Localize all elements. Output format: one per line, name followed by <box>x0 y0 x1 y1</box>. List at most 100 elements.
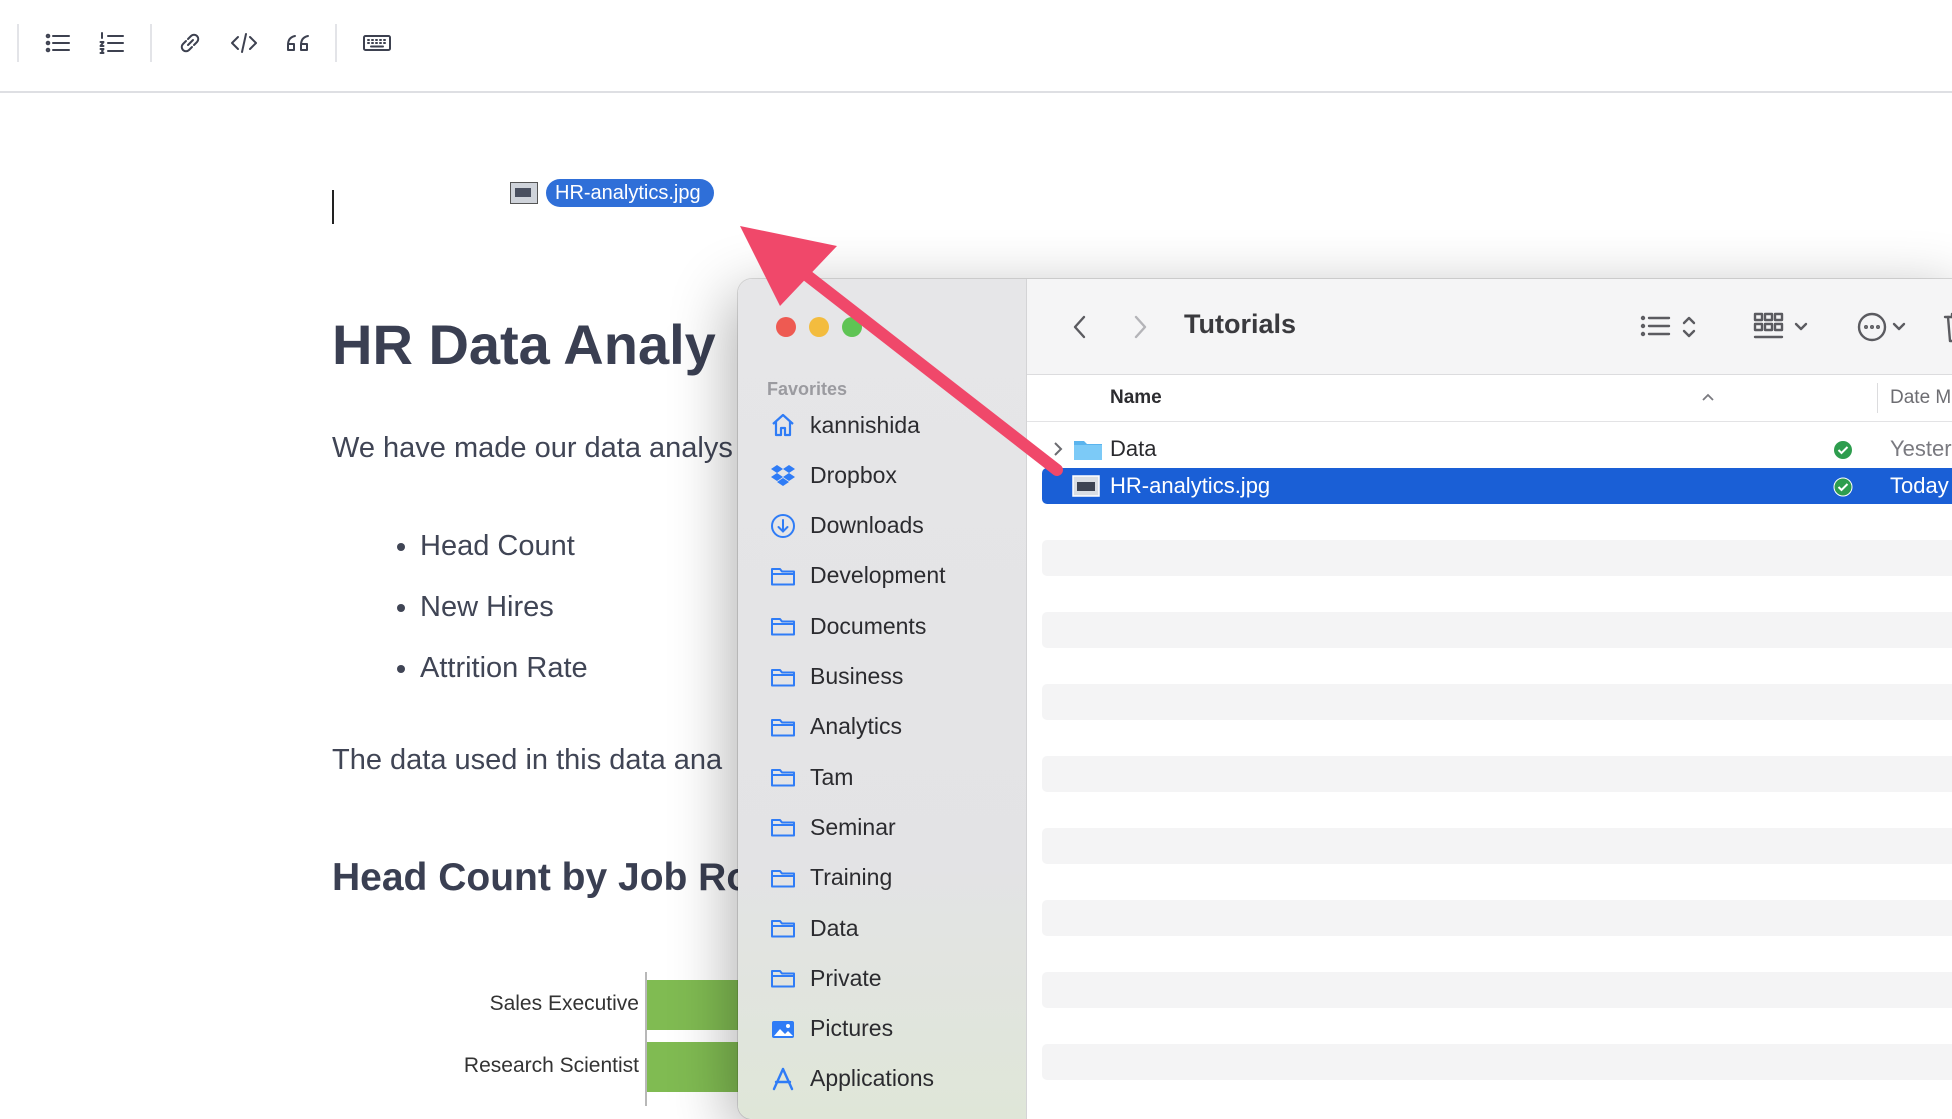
file-name: Data <box>1110 436 1157 461</box>
synced-check-icon <box>1833 477 1853 497</box>
home-icon <box>768 410 798 440</box>
sidebar-item-label: Pictures <box>810 1015 894 1042</box>
text-cursor <box>332 190 334 224</box>
folder-icon <box>768 561 798 591</box>
finder-sidebar: Favorites kannishida Dropbox Downloads Deve… <box>738 279 1027 1119</box>
sort-ascending-icon[interactable] <box>1699 388 1717 406</box>
finder-content: Tutorials Name Date M Data Yester HR-ana… <box>1027 279 1952 1119</box>
sidebar-item-pictures[interactable]: Pictures <box>768 1009 1018 1049</box>
list-item: Attrition Rate <box>420 646 588 707</box>
zoom-window-button[interactable] <box>842 317 862 337</box>
dropbox-icon <box>768 460 798 490</box>
finder-window: Favorites kannishida Dropbox Downloads Deve… <box>738 279 1952 1119</box>
empty-row <box>1042 972 1952 1008</box>
code-button[interactable] <box>222 22 266 64</box>
bulleted-list-button[interactable] <box>36 22 80 64</box>
empty-row <box>1042 540 1952 576</box>
link-icon <box>180 33 200 53</box>
sidebar-item-kannishida[interactable]: kannishida <box>768 405 1018 445</box>
sidebar-item-data[interactable]: Data <box>768 908 1018 948</box>
list-item: New Hires <box>420 585 588 646</box>
keyboard-button[interactable] <box>355 22 399 64</box>
empty-row <box>1042 828 1952 864</box>
sidebar-item-documents[interactable]: Documents <box>768 606 1018 646</box>
folder-icon <box>768 611 798 641</box>
sidebar-item-label: Documents <box>810 612 927 639</box>
sidebar-item-label: Dropbox <box>810 461 897 488</box>
file-name: HR-analytics.jpg <box>1110 473 1271 498</box>
window-title: Tutorials <box>1184 309 1297 339</box>
data-paragraph: The data used in this data ana <box>332 744 723 776</box>
name-column-header[interactable]: Name <box>1110 387 1162 409</box>
sidebar-item-private[interactable]: Private <box>768 958 1018 998</box>
document-title: HR Data Analy <box>332 313 716 376</box>
sidebar-item-label: Data <box>810 914 859 941</box>
sidebar-item-seminar[interactable]: Seminar <box>768 807 1018 847</box>
column-header: Name Date M <box>1027 375 1952 422</box>
view-list-button[interactable] <box>1639 307 1709 347</box>
sidebar-item-dropbox[interactable]: Dropbox <box>768 455 1018 495</box>
empty-row <box>1042 756 1952 792</box>
chevron-left-icon <box>1073 315 1086 339</box>
sidebar-item-training[interactable]: Training <box>768 858 1018 898</box>
group-button[interactable] <box>1752 307 1822 347</box>
pictures-icon <box>768 1014 798 1044</box>
list-item: Head Count <box>420 524 588 585</box>
folder-icon <box>768 913 798 943</box>
sidebar-item-applications[interactable]: Applications <box>768 1059 1018 1099</box>
sidebar-item-label: Seminar <box>810 813 896 840</box>
link-button[interactable] <box>168 22 212 64</box>
disclosure-triangle-icon[interactable] <box>1051 440 1065 458</box>
editor-toolbar <box>0 0 1952 93</box>
toolbar-divider <box>17 24 19 62</box>
bar-label: Sales Executive <box>489 992 639 1015</box>
folder-icon <box>768 812 798 842</box>
file-row-data[interactable]: Data Yester <box>1042 431 1952 467</box>
sidebar-item-label: Business <box>810 663 904 689</box>
action-menu-button[interactable] <box>1856 307 1926 347</box>
sidebar-item-development[interactable]: Development <box>768 556 1018 596</box>
sidebar-item-label: Development <box>810 562 946 589</box>
quote-icon <box>287 35 309 51</box>
date-column-header[interactable]: Date M <box>1890 387 1951 409</box>
folder-icon <box>768 662 798 692</box>
more-options-icon <box>1857 312 1906 342</box>
empty-row <box>1042 684 1952 720</box>
file-row-hr-analytics[interactable]: HR-analytics.jpg Today <box>1042 468 1952 504</box>
file-date: Yester <box>1890 436 1952 461</box>
quote-button[interactable] <box>276 22 320 64</box>
dragged-file[interactable]: HR-analytics.jpg <box>510 179 714 207</box>
code-icon <box>231 33 257 53</box>
numbered-list-button[interactable] <box>90 22 134 64</box>
empty-row <box>1042 900 1952 936</box>
image-thumbnail-icon <box>510 182 538 204</box>
finder-toolbar: Tutorials <box>1027 279 1952 375</box>
sidebar-item-label: Applications <box>810 1065 935 1092</box>
trash-button[interactable] <box>1939 307 1952 347</box>
sidebar-item-label: Private <box>810 964 882 991</box>
folder-icon <box>768 963 798 993</box>
back-button[interactable] <box>1065 307 1095 347</box>
trash-icon <box>1943 312 1952 343</box>
sidebar-item-label: Training <box>810 864 893 891</box>
sidebar-item-downloads[interactable]: Downloads <box>768 506 1018 546</box>
download-icon <box>768 511 798 541</box>
folder-icon <box>768 863 798 893</box>
keyboard-icon <box>363 35 391 51</box>
sidebar-item-label: Analytics <box>810 713 903 740</box>
folder-icon <box>768 762 798 792</box>
close-window-button[interactable] <box>776 317 796 337</box>
sidebar-item-label: Tam <box>810 763 854 790</box>
sidebar-section-favorites: Favorites <box>767 379 848 399</box>
forward-button[interactable] <box>1125 307 1155 347</box>
bulleted-list-icon <box>45 33 70 53</box>
empty-row <box>1042 612 1952 648</box>
minimize-window-button[interactable] <box>809 317 829 337</box>
file-date: Today <box>1890 473 1949 498</box>
chevron-right-icon <box>1134 315 1147 339</box>
sidebar-item-tam[interactable]: Tam <box>768 757 1018 797</box>
sidebar-item-analytics[interactable]: Analytics <box>768 707 1018 747</box>
grid-view-icon <box>1753 312 1808 339</box>
chart-axis <box>645 972 647 1106</box>
sidebar-item-business[interactable]: Business <box>768 657 1018 697</box>
